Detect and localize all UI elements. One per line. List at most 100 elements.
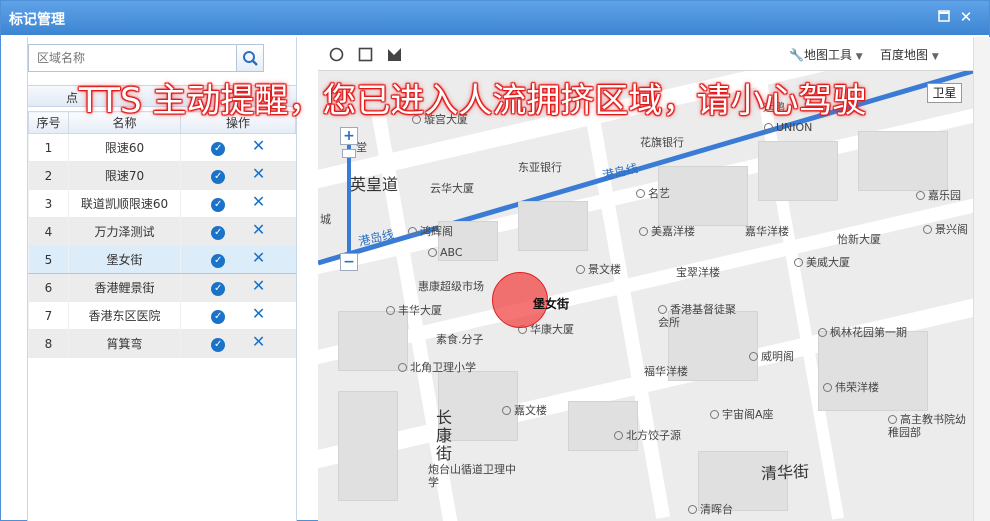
- poi-icon: [818, 328, 827, 337]
- table-row[interactable]: 3 联道凯顺限速60 ✓ ✕: [28, 189, 296, 218]
- chevron-down-icon: ▼: [855, 52, 863, 62]
- poi-icon: [614, 431, 623, 440]
- poi-label: 景文楼: [576, 261, 621, 277]
- marker-table: 序号 名称 操作 1 限速60 ✓ ✕ 2 限速70 ✓ ✕ 3 联道凯顺限速6…: [28, 111, 296, 358]
- poi-label: 北方饺子源: [614, 427, 681, 443]
- poi-label: 素食.分子: [436, 333, 484, 346]
- search-button[interactable]: [236, 44, 264, 72]
- table-row[interactable]: 4 万力泽测试 ✓ ✕: [28, 217, 296, 246]
- map-type-menu[interactable]: 百度地图 ▼: [880, 46, 939, 63]
- draw-rectangle-icon[interactable]: [358, 47, 373, 62]
- zoom-in-button[interactable]: +: [340, 127, 358, 145]
- map-tools-menu[interactable]: 🔧地图工具 ▼: [789, 46, 863, 63]
- poi-label: 清晖台: [688, 501, 733, 517]
- draw-polygon-icon[interactable]: [387, 47, 402, 62]
- poi-icon: [502, 406, 511, 415]
- table-row[interactable]: 8 筲箕弯 ✓ ✕: [28, 329, 296, 358]
- poi-label: 景兴阁: [923, 221, 968, 237]
- confirm-icon[interactable]: ✓: [211, 198, 226, 212]
- poi-label: 香港基督徒聚会所: [658, 303, 736, 329]
- map-canvas[interactable]: 璇宫大厦 东亚银行 花旗银行 UNION 云华大厦 名艺 嘉乐园 鸿辉阁 美嘉洋…: [318, 71, 973, 521]
- confirm-icon[interactable]: ✓: [211, 310, 226, 324]
- building: [858, 131, 948, 191]
- poi-icon: [916, 191, 925, 200]
- delete-icon[interactable]: ✕: [252, 166, 265, 182]
- delete-icon[interactable]: ✕: [252, 250, 265, 266]
- satellite-toggle-button[interactable]: 卫星: [927, 83, 962, 103]
- row-name: 香港东区医院: [68, 301, 181, 330]
- delete-icon[interactable]: ✕: [252, 334, 265, 350]
- tts-alert-banner: TTS 主动提醒，您已进入人流拥挤区域，请小心驾驶: [79, 81, 867, 121]
- poi-label: 北角卫理小学: [398, 359, 476, 375]
- poi-icon: [398, 363, 407, 372]
- poi-label: 福华洋楼: [644, 365, 688, 378]
- zoom-slider-handle[interactable]: [342, 149, 356, 158]
- poi-icon: [658, 305, 667, 314]
- draw-circle-icon[interactable]: [329, 47, 344, 62]
- delete-icon[interactable]: ✕: [252, 278, 265, 294]
- window: 标记管理 ✕ 点 序号 名称 操作 1 限速60 ✓ ✕ 2 限: [0, 0, 990, 521]
- confirm-icon[interactable]: ✓: [211, 226, 226, 240]
- delete-icon[interactable]: ✕: [252, 306, 265, 322]
- maximize-icon[interactable]: [936, 9, 952, 25]
- col-header-no: 序号: [28, 111, 69, 134]
- delete-icon[interactable]: ✕: [252, 222, 265, 238]
- row-name: 堡女街: [68, 245, 181, 274]
- poi-icon: [823, 383, 832, 392]
- map-type-label: 百度地图: [880, 48, 929, 62]
- search-icon: [243, 51, 258, 66]
- row-name: 限速70: [68, 161, 181, 190]
- confirm-icon[interactable]: ✓: [211, 142, 226, 156]
- poi-label: 美嘉洋楼: [639, 223, 695, 239]
- table-row[interactable]: 1 限速60 ✓ ✕: [28, 133, 296, 162]
- row-no: 6: [28, 273, 69, 302]
- row-no: 1: [28, 133, 69, 162]
- poi-icon: [408, 227, 417, 236]
- table-row[interactable]: 6 香港鲤景街 ✓ ✕: [28, 273, 296, 302]
- confirm-icon[interactable]: ✓: [211, 338, 226, 352]
- row-name: 万力泽测试: [68, 217, 181, 246]
- poi-icon: [688, 505, 697, 514]
- row-name: 筲箕弯: [68, 329, 181, 358]
- map-tools-label: 地图工具: [803, 48, 852, 62]
- row-name: 联道凯顺限速60: [68, 189, 181, 218]
- delete-icon[interactable]: ✕: [252, 138, 265, 154]
- row-no: 3: [28, 189, 69, 218]
- delete-icon[interactable]: ✕: [252, 194, 265, 210]
- poi-label: 鸿辉阁: [408, 223, 453, 239]
- poi-icon: [639, 227, 648, 236]
- poi-label: 嘉华洋楼: [745, 225, 789, 238]
- row-name: 限速60: [68, 133, 181, 162]
- poi-label: 宝翠洋楼: [676, 266, 720, 279]
- building: [658, 166, 748, 226]
- poi-label: 东亚银行: [518, 161, 562, 174]
- poi-icon: [710, 410, 719, 419]
- map-scrollbar[interactable]: [973, 37, 990, 521]
- poi-label: 怡新大厦: [837, 233, 881, 246]
- confirm-icon[interactable]: ✓: [211, 170, 226, 184]
- table-row[interactable]: 7 香港东区医院 ✓ ✕: [28, 301, 296, 330]
- poi-icon: [764, 123, 773, 132]
- area-name-search-input[interactable]: [28, 44, 237, 72]
- building: [818, 331, 928, 411]
- poi-icon: [636, 189, 645, 198]
- row-no: 5: [28, 245, 69, 274]
- building: [518, 201, 588, 251]
- title-bar: 标记管理 ✕: [1, 1, 989, 35]
- row-no: 2: [28, 161, 69, 190]
- poi-label: 威明阁: [749, 348, 794, 364]
- table-row[interactable]: 2 限速70 ✓ ✕: [28, 161, 296, 190]
- poi-icon: [576, 265, 585, 274]
- zoom-out-button[interactable]: −: [340, 253, 358, 271]
- poi-label: 花旗银行: [640, 136, 684, 149]
- confirm-icon[interactable]: ✓: [211, 254, 226, 268]
- road-name: 长康街: [436, 408, 453, 463]
- poi-icon: [794, 258, 803, 267]
- building: [758, 141, 838, 201]
- poi-icon: [923, 225, 932, 234]
- window-title: 标记管理: [9, 12, 65, 28]
- close-icon[interactable]: ✕: [958, 9, 974, 25]
- zoom-slider-track[interactable]: [347, 145, 351, 259]
- table-row-selected[interactable]: 5 堡女街 ✓ ✕: [28, 245, 296, 274]
- confirm-icon[interactable]: ✓: [211, 282, 226, 296]
